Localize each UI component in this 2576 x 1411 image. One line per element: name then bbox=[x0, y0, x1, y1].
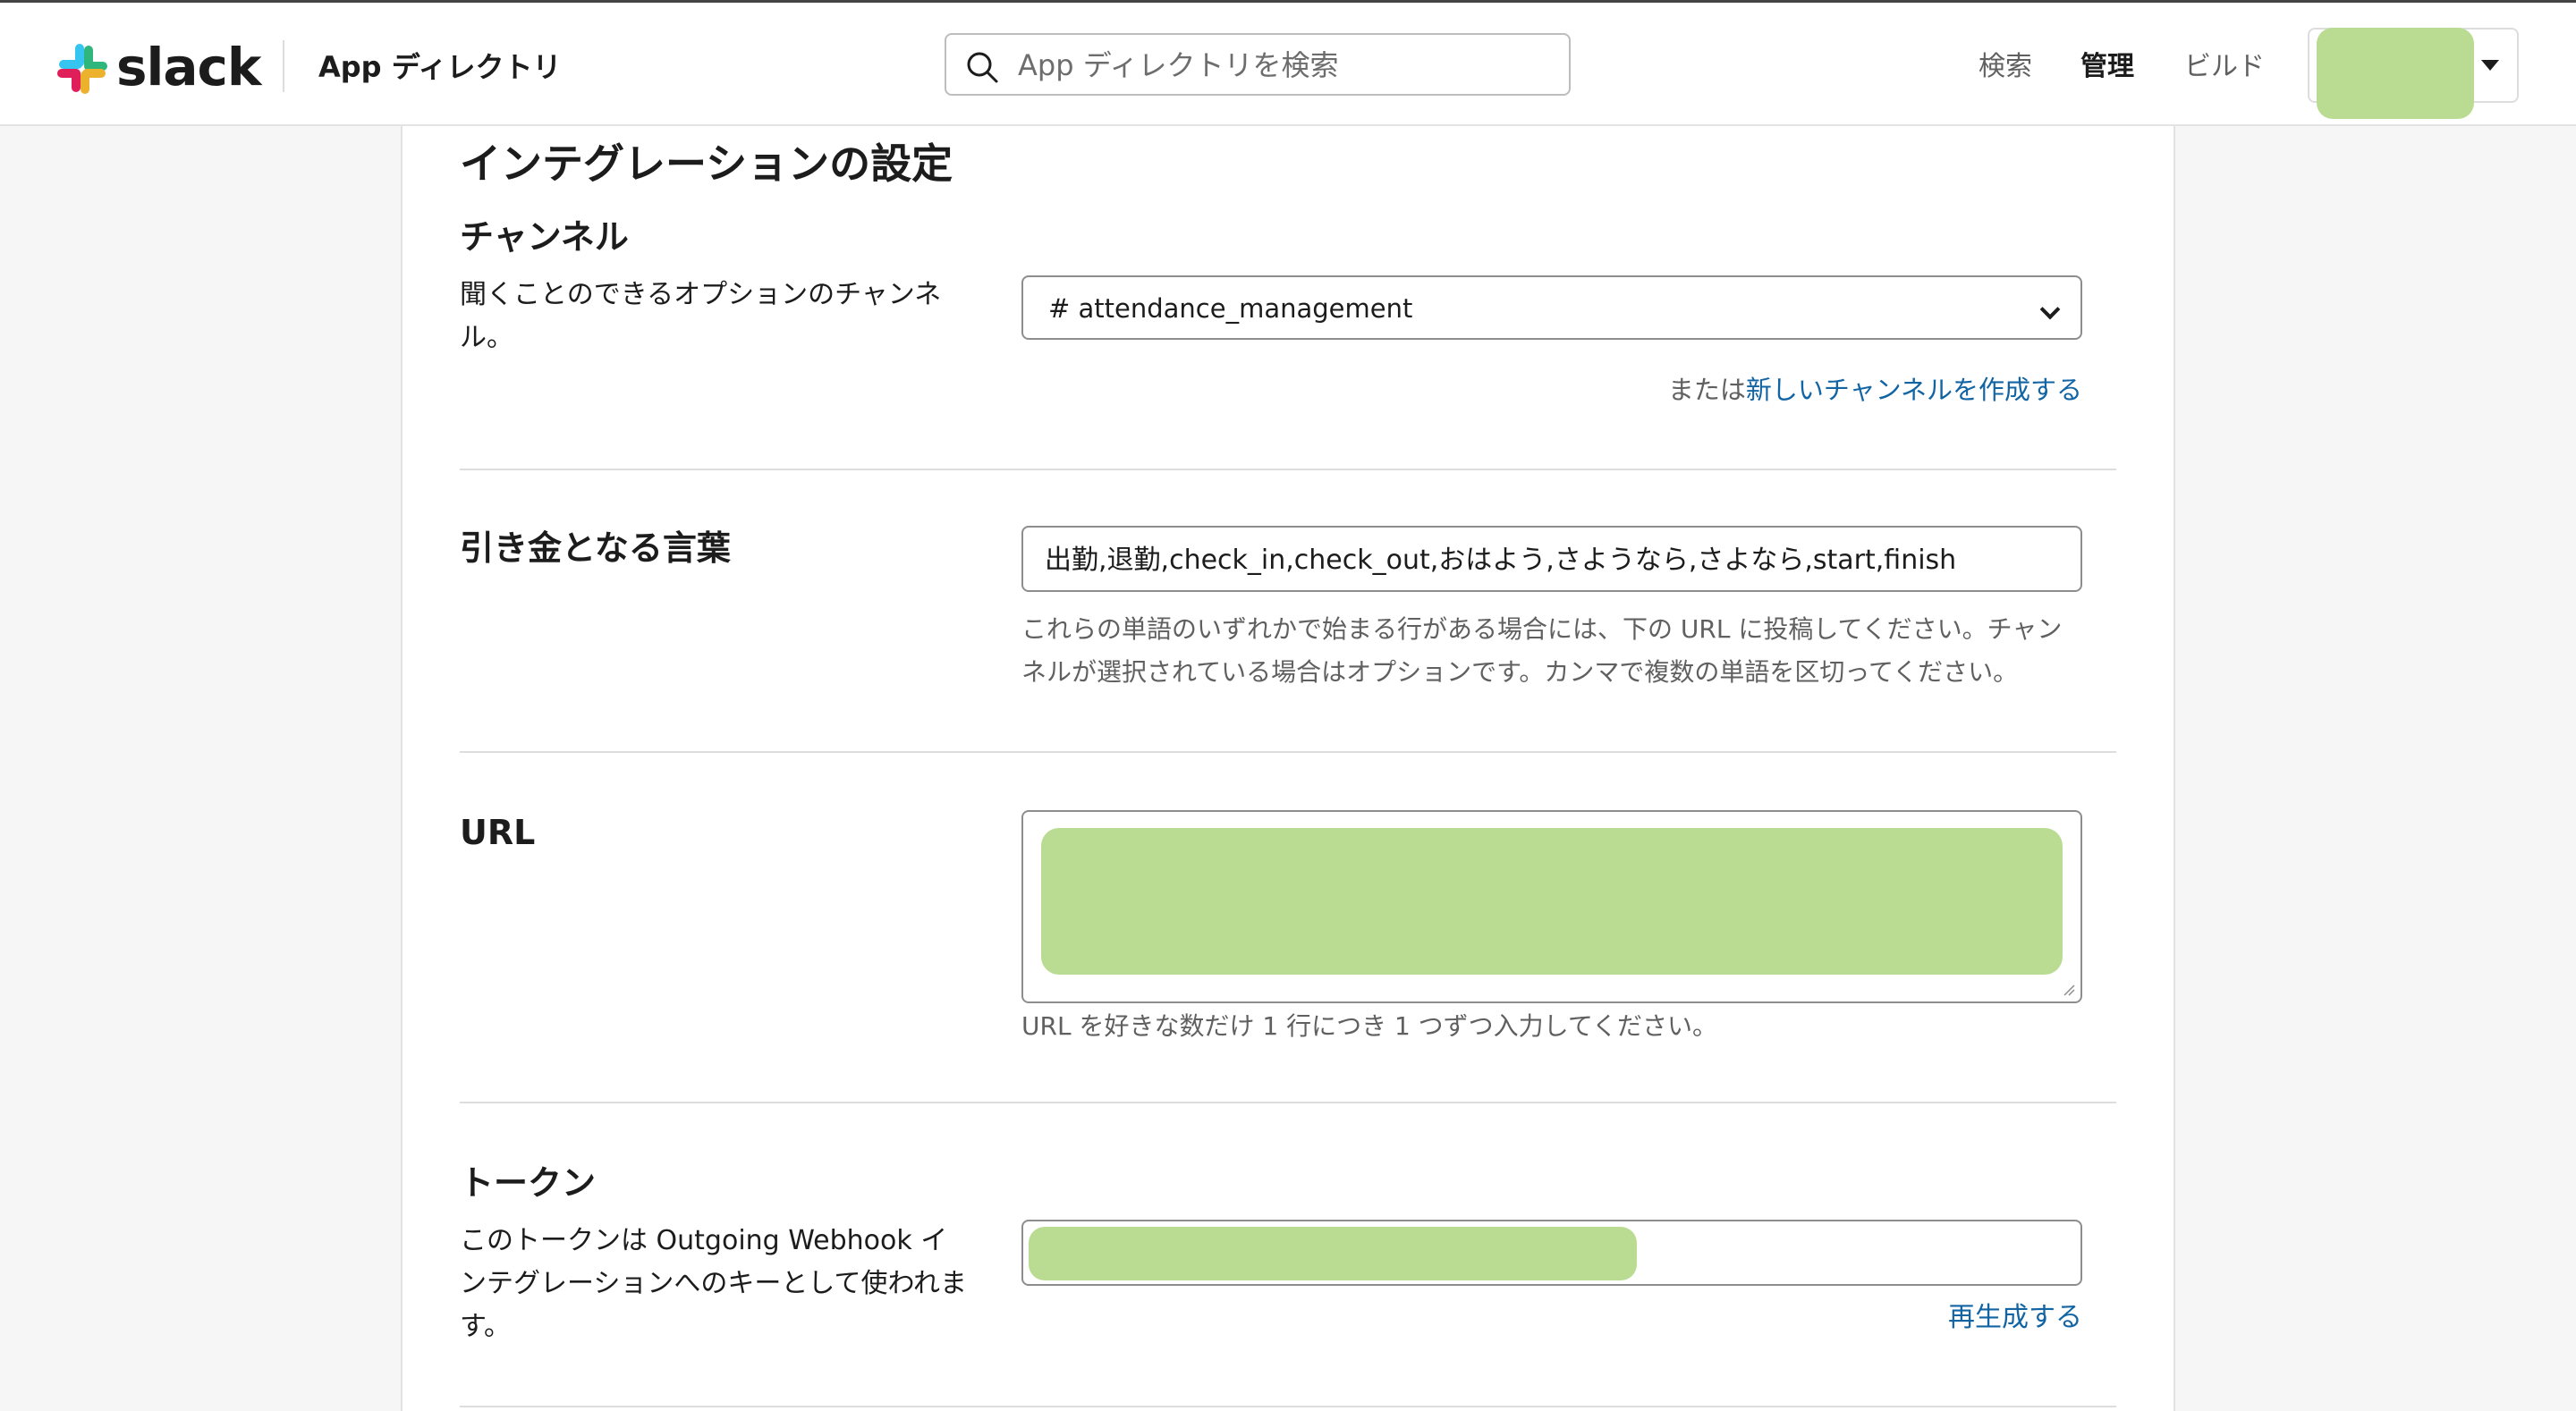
app-directory-title[interactable]: App ディレクトリ bbox=[318, 47, 561, 87]
channel-select-value: # attendance_management bbox=[1048, 293, 1413, 324]
section-divider bbox=[460, 1406, 2116, 1407]
token-label: トークン bbox=[460, 1163, 597, 1203]
page-title: インテグレーションの設定 bbox=[460, 139, 953, 188]
token-redacted bbox=[1029, 1227, 1637, 1280]
create-channel-link[interactable]: 新しいチャンネルを作成する bbox=[1746, 375, 2082, 405]
channel-select[interactable]: # attendance_management bbox=[1021, 275, 2082, 340]
slack-logo-icon[interactable] bbox=[55, 42, 109, 96]
nav-search[interactable]: 検索 bbox=[1979, 47, 2032, 87]
token-field[interactable] bbox=[1021, 1220, 2082, 1286]
token-description: このトークンは Outgoing Webhook インテグレーションへのキーとし… bbox=[460, 1225, 967, 1342]
section-divider bbox=[460, 751, 2116, 753]
channel-description: 聞くことのできるオプションのチャンネル。 bbox=[460, 279, 942, 353]
nav-manage[interactable]: 管理 bbox=[2080, 47, 2134, 87]
nav-build[interactable]: ビルド bbox=[2184, 47, 2265, 87]
regenerate-token-link[interactable]: 再生成する bbox=[1948, 1298, 2082, 1338]
section-divider bbox=[460, 1102, 2116, 1103]
create-channel-line: または新しいチャンネルを作成する bbox=[1668, 370, 2082, 410]
trigger-words-label: 引き金となる言葉 bbox=[460, 528, 731, 568]
search-icon bbox=[967, 52, 998, 83]
channel-label: チャンネル bbox=[460, 217, 629, 257]
url-label: URL bbox=[460, 813, 536, 852]
header-divider bbox=[283, 40, 284, 92]
resize-handle-icon[interactable] bbox=[2063, 984, 2075, 996]
trigger-words-help: これらの単語のいずれかで始まる行がある場合には、下の URL に投稿してください… bbox=[1021, 614, 2063, 687]
url-redacted bbox=[1041, 828, 2063, 975]
trigger-words-input[interactable] bbox=[1045, 537, 2055, 578]
slack-wordmark[interactable]: slack bbox=[116, 31, 261, 103]
top-header: slack App ディレクトリ 検索 管理 ビルド bbox=[0, 3, 2576, 126]
or-text: または bbox=[1667, 375, 1746, 405]
section-divider bbox=[460, 469, 2116, 470]
avatar-redacted bbox=[2317, 28, 2474, 119]
account-menu-button[interactable] bbox=[2308, 28, 2519, 119]
search-box[interactable] bbox=[945, 33, 1571, 96]
url-help: URL を好きな数だけ 1 行につき 1 つずつ入力してください。 bbox=[1021, 1011, 1718, 1041]
caret-down-icon bbox=[2481, 60, 2499, 71]
chevron-down-icon bbox=[2039, 299, 2061, 320]
search-input[interactable] bbox=[1016, 44, 1556, 87]
url-textarea[interactable] bbox=[1021, 810, 2082, 1003]
trigger-words-field[interactable] bbox=[1021, 526, 2082, 592]
